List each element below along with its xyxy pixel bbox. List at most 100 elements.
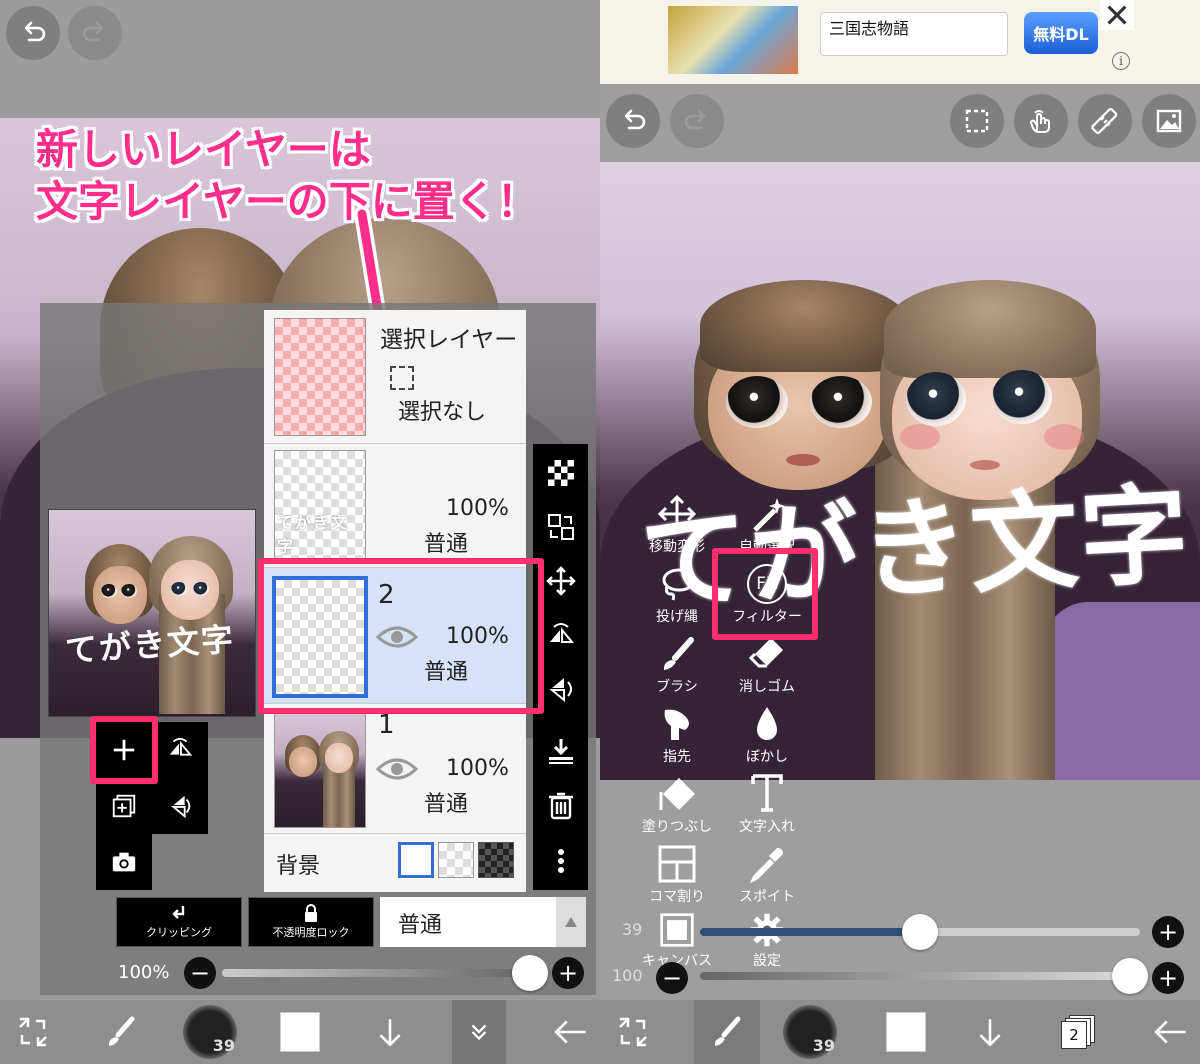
brush-opacity-increase-button[interactable]: + bbox=[1152, 962, 1184, 994]
layer-opacity-slider-knob[interactable] bbox=[512, 955, 548, 991]
text-layer-thumbnail: てがき文字 bbox=[274, 450, 366, 564]
alpha-lock-icon bbox=[305, 904, 317, 922]
swap-layer-button[interactable] bbox=[533, 502, 588, 552]
undo-button[interactable] bbox=[6, 6, 60, 60]
arrow-down-icon bbox=[979, 1019, 1001, 1047]
more-options-button[interactable] bbox=[533, 836, 588, 886]
arrow-down-icon bbox=[379, 1019, 401, 1047]
flip-vertical-button[interactable] bbox=[152, 778, 208, 834]
minus-icon: − bbox=[189, 959, 211, 987]
close-layer-panel-button[interactable] bbox=[452, 1000, 506, 1064]
ad-info-icon[interactable]: i bbox=[1112, 52, 1130, 70]
right-face-eye bbox=[906, 372, 966, 426]
camera-import-button[interactable] bbox=[96, 834, 152, 890]
tool-finger[interactable]: 指先 bbox=[632, 700, 722, 766]
brush-opacity-slider-knob[interactable] bbox=[1112, 958, 1148, 994]
brush-size-button[interactable]: 39 bbox=[180, 1000, 240, 1064]
background-dark-option[interactable] bbox=[478, 842, 514, 878]
lasso-icon bbox=[662, 568, 696, 601]
blend-mode-value: 普通 bbox=[398, 913, 443, 938]
redo-button[interactable] bbox=[670, 94, 724, 148]
tool-canvas[interactable]: キャンバス bbox=[632, 910, 722, 970]
transparency-checker-button[interactable] bbox=[533, 448, 588, 498]
visibility-eye-icon[interactable] bbox=[376, 754, 418, 784]
brush-tool-button[interactable] bbox=[88, 1000, 154, 1064]
flip-horizontal-icon bbox=[549, 623, 574, 648]
layer-1-row[interactable]: 1 100% 普通 bbox=[264, 704, 526, 834]
tool-eyedropper[interactable]: スポイト bbox=[722, 840, 812, 906]
ad-banner[interactable]: 三国志物語 無料DL i bbox=[600, 0, 1200, 84]
flip-horizontal-icon bbox=[169, 737, 193, 761]
plus-icon: + bbox=[1157, 918, 1179, 946]
layer-1-blend: 普通 bbox=[424, 792, 469, 817]
canvas-preview: てがき文字 bbox=[48, 509, 256, 717]
color-swatch bbox=[280, 1012, 320, 1052]
ruler-button[interactable] bbox=[1078, 94, 1132, 148]
tool-text[interactable]: 文字入れ bbox=[722, 770, 812, 836]
layer-2-highlight-box bbox=[258, 558, 544, 714]
selection-layer-row[interactable]: 選択レイヤー 選択なし bbox=[264, 310, 526, 444]
undo-button[interactable] bbox=[606, 94, 660, 148]
selection-button[interactable] bbox=[950, 94, 1004, 148]
brush-opacity-slider[interactable] bbox=[700, 972, 1140, 980]
brush-tool-button[interactable] bbox=[694, 1000, 760, 1064]
opacity-increase-button[interactable]: + bbox=[552, 957, 584, 989]
tool-frame-divider[interactable]: コマ割り bbox=[632, 840, 722, 906]
text-layer-thumbnail-text: てがき文字 bbox=[277, 513, 350, 556]
transform-tool-button[interactable] bbox=[600, 1000, 666, 1064]
color-swatch-button[interactable] bbox=[876, 1000, 936, 1064]
tool-settings[interactable]: 設定 bbox=[722, 910, 812, 970]
layer-down-button[interactable] bbox=[360, 1000, 420, 1064]
text-layer-row[interactable]: てがき文字 100% 普通 bbox=[264, 444, 526, 568]
transform-tool-button[interactable] bbox=[0, 1000, 66, 1064]
background-label: 背景 bbox=[276, 854, 321, 879]
flip-horizontal-button[interactable] bbox=[152, 722, 208, 778]
brush-size-slider-knob[interactable] bbox=[902, 914, 938, 950]
brush-opacity-decrease-button[interactable]: − bbox=[656, 962, 688, 994]
transform-arrows-icon bbox=[619, 1017, 647, 1047]
ad-close-button[interactable] bbox=[1100, 0, 1134, 30]
brush-icon bbox=[108, 1016, 135, 1046]
left-face-eye bbox=[726, 376, 788, 428]
material-button[interactable] bbox=[1142, 94, 1196, 148]
opacity-lock-label: 不透明度ロック bbox=[272, 926, 350, 939]
blend-mode-dropdown-button[interactable] bbox=[556, 897, 586, 947]
delete-layer-button[interactable] bbox=[533, 780, 588, 830]
brush-size-slider-filled[interactable] bbox=[700, 928, 920, 936]
back-button[interactable] bbox=[540, 1000, 600, 1064]
layers-button[interactable]: 2 bbox=[1048, 1000, 1108, 1064]
brush-size-increase-button[interactable]: + bbox=[1152, 916, 1184, 948]
clipping-button[interactable]: クリッピング bbox=[116, 897, 242, 947]
brush-size-slider-track[interactable] bbox=[920, 928, 1140, 936]
duplicate-layer-button[interactable] bbox=[96, 778, 152, 834]
left-screen: 新しいレイヤーは 文字レイヤーの下に置く！ てがき文字 選択レイヤー 選択なし … bbox=[0, 0, 600, 1064]
gesture-button[interactable] bbox=[1014, 94, 1068, 148]
color-swatch-button[interactable] bbox=[270, 1000, 330, 1064]
layer-1-thumbnail bbox=[274, 712, 366, 828]
tool-lasso[interactable]: 投げ縄 bbox=[632, 560, 722, 626]
tool-label: 移動変形 bbox=[649, 539, 705, 555]
brush-size-button[interactable]: 39 bbox=[780, 1000, 840, 1064]
layer-down-button[interactable] bbox=[960, 1000, 1020, 1064]
transform-arrows-icon bbox=[19, 1017, 47, 1047]
merge-down-button[interactable] bbox=[533, 726, 588, 776]
layer-opacity-slider[interactable] bbox=[222, 969, 532, 977]
tool-blur[interactable]: ぼかし bbox=[722, 700, 812, 766]
brush-icon bbox=[714, 1016, 741, 1046]
ad-download-button[interactable]: 無料DL bbox=[1024, 12, 1098, 54]
tool-fill[interactable]: 塗りつぶし bbox=[632, 770, 722, 836]
background-white-option[interactable] bbox=[398, 842, 434, 878]
back-button[interactable] bbox=[1140, 1000, 1200, 1064]
layer-count: 2 bbox=[1061, 1021, 1087, 1049]
blend-mode-select[interactable]: 普通 bbox=[380, 897, 556, 947]
tool-brush[interactable]: ブラシ bbox=[632, 630, 722, 696]
flip-vertical-icon bbox=[170, 795, 191, 819]
opacity-lock-button[interactable]: 不透明度ロック bbox=[248, 897, 374, 947]
opacity-decrease-button[interactable]: − bbox=[184, 957, 216, 989]
dashed-square-icon bbox=[965, 109, 989, 133]
tool-move-transform[interactable]: 移動変形 bbox=[632, 490, 722, 556]
undo-icon bbox=[624, 109, 646, 130]
redo-button[interactable] bbox=[68, 6, 122, 60]
background-transparent-option[interactable] bbox=[438, 842, 474, 878]
tool-magic-wand[interactable]: 自動選択 bbox=[722, 490, 812, 556]
